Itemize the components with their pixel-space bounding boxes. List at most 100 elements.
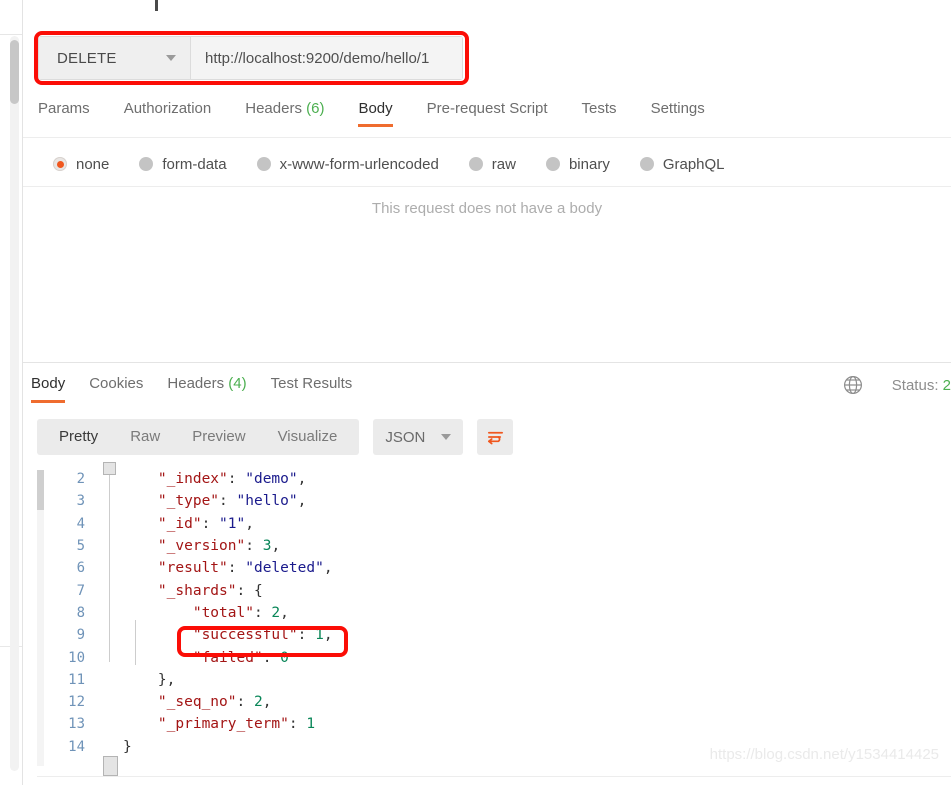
request-tab-headers[interactable]: Headers (6) [245, 96, 324, 127]
code-line-list: 2 "_index": "demo", 3 "_type": "hello", 4 … [37, 468, 951, 758]
response-meta: Status: 2 [842, 374, 951, 396]
code-token: : [288, 716, 307, 733]
response-tab-body[interactable]: Body [31, 371, 66, 403]
radio-label: GraphQL [662, 155, 725, 173]
view-mode-pretty[interactable]: Pretty [43, 419, 114, 455]
view-mode-visualize[interactable]: Visualize [262, 419, 354, 455]
code-line: 5 "_version": 3, [37, 535, 951, 557]
tab-label: Body [358, 100, 393, 117]
request-tab-tests[interactable]: Tests [582, 96, 617, 127]
code-token: "_primary_term" [157, 716, 289, 733]
globe-icon[interactable] [842, 374, 864, 396]
code-line: 10 "failed": 0 [37, 646, 951, 668]
tab-count-badge: (4) [224, 375, 247, 392]
code-token: , [297, 493, 307, 510]
code-text: "successful": 1, [123, 627, 333, 643]
url-input[interactable]: http://localhost:9200/demo/hello/1 [191, 37, 462, 79]
line-number: 4 [76, 515, 85, 532]
code-token: "result" [157, 560, 228, 577]
response-tab-cookies[interactable]: Cookies [89, 371, 143, 403]
radio-icon[interactable] [639, 157, 654, 171]
code-text: "_index": "demo", [123, 471, 306, 487]
tab-label: Cookies [89, 375, 144, 392]
code-line: 12 "_seq_no": 2, [37, 691, 951, 713]
view-mode-raw[interactable]: Raw [114, 419, 176, 455]
code-token: }, [157, 671, 176, 688]
body-type-form-data[interactable]: form-data [139, 155, 227, 173]
response-format-select[interactable]: JSON [373, 419, 464, 455]
request-response-pane: DELETE http://localhost:9200/demo/hello/… [23, 0, 951, 785]
line-number: 14 [68, 738, 85, 755]
radio-icon[interactable] [139, 157, 154, 171]
request-tab-params[interactable]: Params [38, 96, 90, 127]
request-tab-authorization[interactable]: Authorization [124, 96, 212, 127]
word-wrap-icon[interactable] [477, 419, 514, 455]
fold-gutter [99, 490, 123, 512]
code-line: 7 "_shards": { [37, 579, 951, 601]
body-type-binary[interactable]: binary [545, 156, 610, 173]
response-body-code[interactable]: 2 "_index": "demo", 3 "_type": "hello", 4 … [37, 462, 951, 776]
code-token: 0 [280, 649, 289, 666]
code-token: , [323, 627, 333, 644]
code-text: "result": "deleted", [123, 560, 333, 576]
code-token: 2 [253, 694, 263, 711]
code-fold-marker-bottom[interactable] [103, 756, 118, 776]
code-token: "successful" [192, 627, 298, 644]
request-response-divider[interactable] [23, 362, 951, 363]
response-tab-test-results[interactable]: Test Results [271, 371, 353, 403]
body-type-x-www-form-urlencoded[interactable]: x-www-form-urlencoded [256, 156, 439, 173]
code-token: : [219, 493, 237, 510]
tab-label: Params [38, 100, 90, 117]
code-token: "total" [192, 604, 254, 621]
request-tab-pre-request-script[interactable]: Pre-request Script [427, 96, 548, 127]
code-line: 8 "total": 2, [37, 602, 951, 624]
radio-icon[interactable] [545, 157, 560, 171]
tab-label: Pre-request Script [426, 100, 548, 117]
app-scrollbar-thumb[interactable] [10, 40, 19, 104]
left-rail [0, 0, 23, 785]
fold-gutter [99, 691, 123, 713]
chevron-down-icon [166, 55, 176, 61]
http-method-label: DELETE [57, 49, 117, 67]
request-tab-body[interactable]: Body [358, 96, 393, 127]
chevron-down-icon [441, 434, 452, 440]
fold-gutter [99, 535, 123, 557]
body-type-graphql[interactable]: GraphQL [639, 155, 725, 173]
code-token: : [201, 515, 220, 532]
fold-gutter [99, 557, 123, 579]
view-mode-preview[interactable]: Preview [176, 419, 261, 455]
fold-gutter [99, 646, 123, 668]
radio-label: raw [491, 155, 516, 173]
radio-icon[interactable] [53, 157, 67, 171]
body-type-none[interactable]: none [53, 156, 109, 173]
code-token: "hello" [236, 493, 298, 510]
radio-icon[interactable] [468, 157, 483, 171]
radio-icon[interactable] [256, 157, 271, 171]
tab-count-badge: (6) [301, 100, 325, 117]
body-type-raw[interactable]: raw [468, 155, 516, 173]
fold-gutter [99, 713, 123, 735]
fold-gutter [99, 736, 123, 758]
code-text: "_shards": { [123, 583, 263, 599]
code-token: , [297, 471, 307, 488]
code-token: : { [236, 582, 263, 599]
code-line: 11 }, [37, 669, 951, 691]
app-scrollbar-track[interactable] [10, 36, 19, 771]
code-token: "_id" [157, 515, 202, 532]
code-line: 9 "successful": 1, [37, 624, 951, 646]
request-tab-settings[interactable]: Settings [651, 96, 705, 127]
tab-label: Authorization [123, 100, 212, 117]
line-number: 11 [68, 671, 85, 688]
code-token: "_shards" [157, 582, 237, 599]
tab-label: Tests [581, 100, 617, 117]
request-tabs-divider [23, 137, 951, 138]
code-text: "_primary_term": 1 [123, 716, 315, 732]
code-token: "failed" [192, 649, 263, 666]
radio-label: form-data [162, 155, 227, 173]
response-tab-headers[interactable]: Headers (4) [167, 371, 246, 403]
bottom-divider [37, 776, 951, 777]
http-method-select[interactable]: DELETE [39, 37, 191, 79]
code-text: "failed": 0 [123, 650, 289, 666]
code-token: 2 [271, 604, 281, 621]
text-cursor [155, 0, 158, 11]
